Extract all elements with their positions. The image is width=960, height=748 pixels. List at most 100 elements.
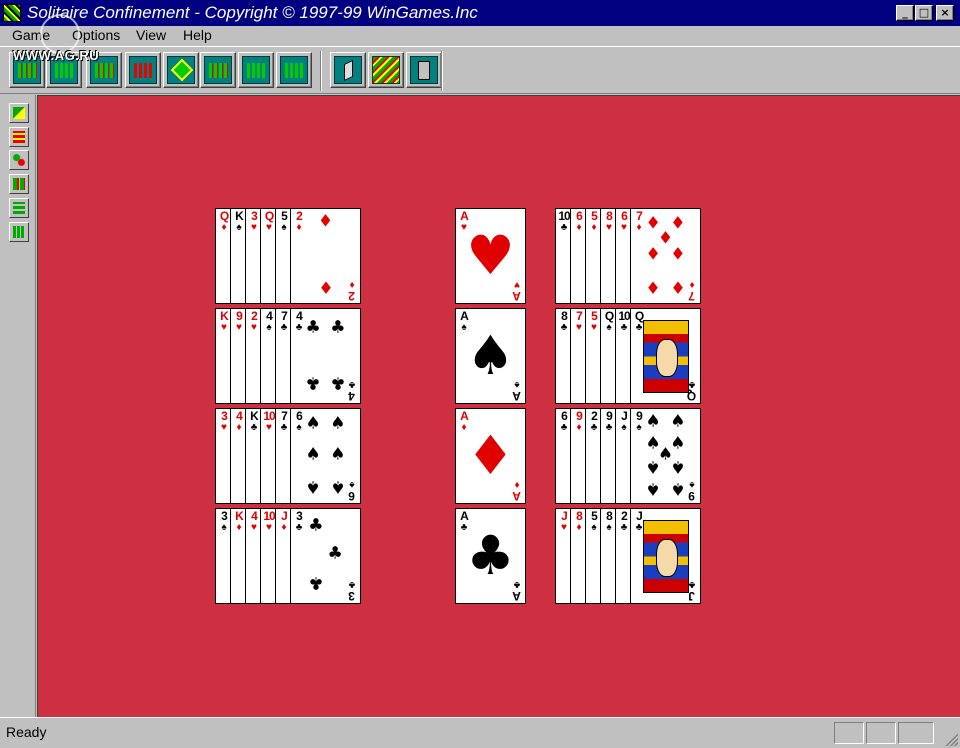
card-suit: ♥ — [591, 322, 597, 333]
foundation-card[interactable]: A ♣ A ♣ ♣ — [455, 508, 526, 604]
menu-view[interactable]: View — [136, 27, 166, 43]
card-suit: ♦ — [576, 222, 582, 233]
resize-grip[interactable] — [944, 732, 958, 746]
card-suit: ♣ — [295, 322, 303, 333]
card-index: Q ♠ — [602, 310, 616, 333]
card-suit: ♥ — [266, 522, 272, 533]
card-rank: 8 — [606, 209, 613, 223]
tableau-card[interactable]: 6 ♠ 6 ♠ ♠ ♠ ♠ ♠ ♠ ♠ — [290, 408, 361, 504]
game-table: A ♥ A ♥ ♥ A ♠ A ♠ ♠ A ♦ A ♦ ♦ A ♣ A ♣ ♣ Q ♦ K ♠ 3 ♥ Q ♥ 5 ♠ 2 ♦ 2 ♦ ♦ ♦ K ♥ 9… — [37, 95, 960, 717]
toolbar-separator-end — [441, 51, 443, 91]
tableau-card[interactable]: 3 ♣ 3 ♣ ♣ ♣ ♣ — [290, 508, 361, 604]
card-rank: K — [220, 309, 229, 323]
card-suit: ♦ — [591, 222, 597, 233]
card-rank: 4 — [251, 509, 258, 523]
minimize-button[interactable]: _ — [896, 5, 914, 21]
card-index: 10 ♥ — [262, 510, 276, 533]
tableau-card[interactable]: 9 ♠ 9 ♠ ♠ ♠ ♠ ♠ ♠ ♠ ♠ ♠ ♠ — [630, 408, 701, 504]
card-rank: 10 — [263, 509, 275, 523]
watermark: WWW.AG.RU — [13, 48, 100, 63]
card-index: 5 ♦ — [587, 210, 601, 233]
card-pip: ♠ — [645, 478, 661, 499]
card-index-corner: 2 ♦ — [349, 279, 355, 303]
card-pip: ♣ — [308, 572, 324, 593]
stats-icon — [13, 226, 25, 238]
card-pip: ♦ — [670, 244, 686, 265]
exit-button[interactable] — [406, 52, 442, 88]
tableau-card[interactable]: 4 ♣ 4 ♣ ♣ ♣ ♣ ♣ — [290, 308, 361, 404]
title-bar[interactable]: Solitaire Confinement - Copyright © 1997… — [0, 0, 960, 26]
card-pip: ♣ — [305, 372, 321, 393]
card-index: 6 ♦ — [572, 210, 586, 233]
tableau-card[interactable]: 7 ♦ 7 ♦ ♦ ♦ ♦ ♦ ♦ ♦ ♦ — [630, 208, 701, 304]
rows-button[interactable] — [9, 127, 29, 147]
card-suit: ♣ — [280, 322, 288, 333]
card-suit: ♥ — [251, 222, 257, 233]
layout-8-button[interactable] — [276, 52, 312, 88]
app-icon[interactable] — [3, 4, 21, 22]
layout-6-button[interactable] — [200, 52, 236, 88]
card-pip: ♠ — [330, 413, 346, 434]
foundation-card[interactable]: A ♠ A ♠ ♠ — [455, 308, 526, 404]
card-pip: ♦ — [670, 276, 686, 297]
card-index-corner: 7 ♦ — [689, 279, 695, 303]
card-suit: ♥ — [221, 322, 227, 333]
side-toolbar — [0, 95, 36, 717]
card-index: J ♥ — [557, 510, 571, 533]
foundation-card[interactable]: A ♦ A ♦ ♦ — [455, 408, 526, 504]
stats-button[interactable] — [9, 222, 29, 242]
close-button[interactable]: × — [936, 5, 954, 21]
card-index: 2 ♥ — [247, 310, 261, 333]
card-rank: 4 — [296, 309, 303, 323]
card-rank: 2 — [621, 509, 628, 523]
card-index: 6 ♣ — [557, 410, 571, 433]
card-index: 5 ♠ — [277, 210, 291, 233]
card-index: J ♦ — [277, 510, 291, 533]
stack-button[interactable] — [9, 198, 29, 218]
card-rank: 7 — [576, 309, 583, 323]
card-suit: ♣ — [620, 522, 628, 533]
card-pip: ♠ — [330, 476, 346, 497]
card-pip: ♦ — [317, 211, 334, 232]
menu-bar: Game Options View Help — [0, 26, 960, 46]
card-rank: Q — [264, 209, 274, 223]
undo-button[interactable] — [330, 52, 366, 88]
card-index: 9 ♠ — [632, 410, 646, 433]
tableau-card[interactable]: 2 ♦ 2 ♦ ♦ ♦ — [290, 208, 361, 304]
hint-button[interactable] — [9, 150, 29, 170]
card-rank: 8 — [561, 309, 568, 323]
card-index: 10 ♣ — [557, 210, 571, 233]
maximize-button[interactable]: □ — [915, 5, 933, 21]
tableau-card[interactable]: Q ♣ Q ♣ — [630, 308, 701, 404]
card-rank: A — [460, 409, 469, 423]
card-index: 8 ♠ — [602, 510, 616, 533]
card-suit: ♠ — [221, 522, 227, 533]
card-rank: 4 — [266, 309, 273, 323]
card-suit: ♥ — [576, 322, 582, 333]
card-index: 9 ♦ — [572, 410, 586, 433]
card-suit: ♦ — [221, 222, 227, 233]
card-suit: ♣ — [295, 522, 303, 533]
card-pip: ♣ — [327, 543, 343, 564]
foundation-card[interactable]: A ♥ A ♥ ♥ — [455, 208, 526, 304]
layout-7-button[interactable] — [238, 52, 274, 88]
card-index: 9 ♥ — [232, 310, 246, 333]
card-index: 6 ♥ — [617, 210, 631, 233]
columns-button[interactable] — [9, 174, 29, 194]
card-rank: 10 — [558, 209, 570, 223]
menu-help[interactable]: Help — [183, 27, 212, 43]
deck-button[interactable] — [368, 52, 404, 88]
status-pane — [866, 722, 896, 744]
move-button[interactable] — [9, 103, 29, 123]
card-rank: 3 — [251, 209, 258, 223]
card-rank: 5 — [591, 309, 598, 323]
layout-4-button[interactable] — [125, 52, 161, 88]
tableau-card[interactable]: J ♣ J ♣ — [630, 508, 701, 604]
layout-7-icon — [242, 56, 270, 84]
card-suit: ♠ — [606, 522, 612, 533]
layout-5-button[interactable] — [163, 52, 199, 88]
card-suit: ♠ — [266, 322, 272, 333]
card-suit: ♥ — [236, 322, 242, 333]
layout-6-icon — [204, 56, 232, 84]
card-index: K ♦ — [232, 510, 246, 533]
